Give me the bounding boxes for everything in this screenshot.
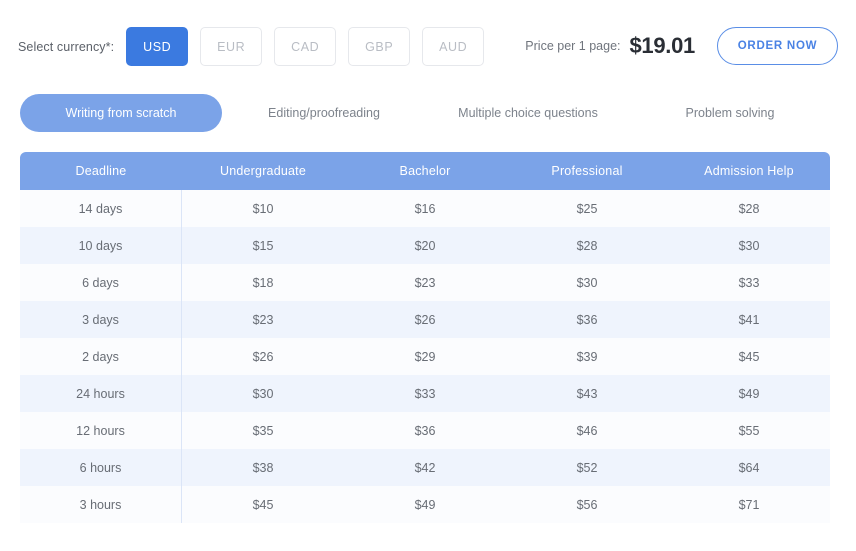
cell-deadline: 6 days [20,264,182,301]
currency-option-gbp[interactable]: GBP [348,27,411,66]
cell-price: $64 [738,460,760,475]
cell-price: $56 [576,497,598,512]
table-row: 12 hours $35 $36 $46 $55 [20,412,830,449]
tab-editing-proofreading[interactable]: Editing/proofreading [248,94,400,132]
table-row: 3 hours $45 $49 $56 $71 [20,486,830,523]
cell-price: $16 [414,201,436,216]
cell-price: $28 [738,201,760,216]
table-row: 3 days $23 $26 $36 $41 [20,301,830,338]
cell-deadline: 2 days [20,338,182,375]
tab-writing-from-scratch-label: Writing from scratch [65,106,177,120]
column-header-undergraduate: Undergraduate [220,164,306,178]
cell-price: $49 [414,497,436,512]
currency-option-eur-label: EUR [217,39,246,54]
cell-price: $26 [252,349,274,364]
table-row: 6 hours $38 $42 $52 $64 [20,449,830,486]
column-header-deadline: Deadline [75,164,127,178]
price-per-page-value: $19.01 [629,33,696,58]
cell-price: $28 [576,238,598,253]
cell-deadline: 14 days [20,190,182,227]
currency-option-gbp-label: GBP [365,39,394,54]
cell-price: $36 [414,423,436,438]
currency-option-eur[interactable]: EUR [200,27,263,66]
tab-editing-proofreading-label: Editing/proofreading [268,106,380,120]
table-row: 2 days $26 $29 $39 $45 [20,338,830,375]
currency-option-usd[interactable]: USD [126,27,189,66]
cell-price: $38 [252,460,274,475]
cell-price: $33 [414,386,436,401]
cell-price: $26 [414,312,436,327]
table-row: 24 hours $30 $33 $43 $49 [20,375,830,412]
cell-price: $71 [738,497,760,512]
tab-multiple-choice-questions[interactable]: Multiple choice questions [438,94,618,132]
currency-option-aud[interactable]: AUD [422,27,485,66]
cell-price: $30 [738,238,760,253]
cell-deadline: 6 hours [20,449,182,486]
cell-deadline: 12 hours [20,412,182,449]
tab-problem-solving-label: Problem solving [685,106,775,120]
cell-price: $43 [576,386,598,401]
pricing-controls-bar: Select currency*: USD EUR CAD GBP AUD Pr… [0,0,856,88]
cell-price: $10 [252,201,274,216]
cell-price: $41 [738,312,760,327]
cell-price: $30 [252,386,274,401]
cell-price: $33 [738,275,760,290]
order-now-button[interactable]: ORDER NOW [717,27,838,65]
price-summary: Price per 1 page: $19.01 ORDER NOW [525,27,838,65]
cell-price: $49 [738,386,760,401]
cell-price: $25 [576,201,598,216]
pricing-table-header-row: Deadline Undergraduate Bachelor Professi… [20,152,830,190]
column-header-admission-help: Admission Help [704,164,794,178]
pricing-table: Deadline Undergraduate Bachelor Professi… [20,152,830,523]
cell-price: $20 [414,238,436,253]
cell-price: $35 [252,423,274,438]
table-row: 14 days $10 $16 $25 $28 [20,190,830,227]
currency-option-usd-label: USD [143,39,172,54]
service-type-tabs: Writing from scratch Editing/proofreadin… [0,94,856,134]
currency-option-cad-label: CAD [291,39,320,54]
pricing-table-body: 14 days $10 $16 $25 $28 10 days $15 $20 $28 $30 6 … [20,190,830,523]
cell-deadline: 24 hours [20,375,182,412]
tab-writing-from-scratch[interactable]: Writing from scratch [20,94,222,132]
cell-price: $46 [576,423,598,438]
cell-price: $45 [738,349,760,364]
currency-selector-label: Select currency*: [18,39,115,54]
order-now-button-label: ORDER NOW [737,40,818,52]
cell-price: $42 [414,460,436,475]
column-header-professional: Professional [551,164,623,178]
column-header-bachelor: Bachelor [399,164,451,178]
cell-price: $23 [414,275,436,290]
cell-deadline: 3 hours [20,486,182,523]
cell-price: $55 [738,423,760,438]
cell-price: $18 [252,275,274,290]
cell-deadline: 3 days [20,301,182,338]
cell-price: $29 [414,349,436,364]
price-per-page-label: Price per 1 page: [525,39,621,53]
currency-option-aud-label: AUD [439,39,468,54]
tab-problem-solving[interactable]: Problem solving [660,94,800,132]
tab-multiple-choice-questions-label: Multiple choice questions [458,106,598,120]
currency-option-cad[interactable]: CAD [274,27,337,66]
cell-price: $15 [252,238,274,253]
cell-price: $36 [576,312,598,327]
cell-price: $23 [252,312,274,327]
table-row: 6 days $18 $23 $30 $33 [20,264,830,301]
currency-selector: Select currency*: USD EUR CAD GBP AUD [18,27,496,66]
table-row: 10 days $15 $20 $28 $30 [20,227,830,264]
cell-price: $52 [576,460,598,475]
cell-price: $39 [576,349,598,364]
cell-price: $45 [252,497,274,512]
cell-deadline: 10 days [20,227,182,264]
cell-price: $30 [576,275,598,290]
